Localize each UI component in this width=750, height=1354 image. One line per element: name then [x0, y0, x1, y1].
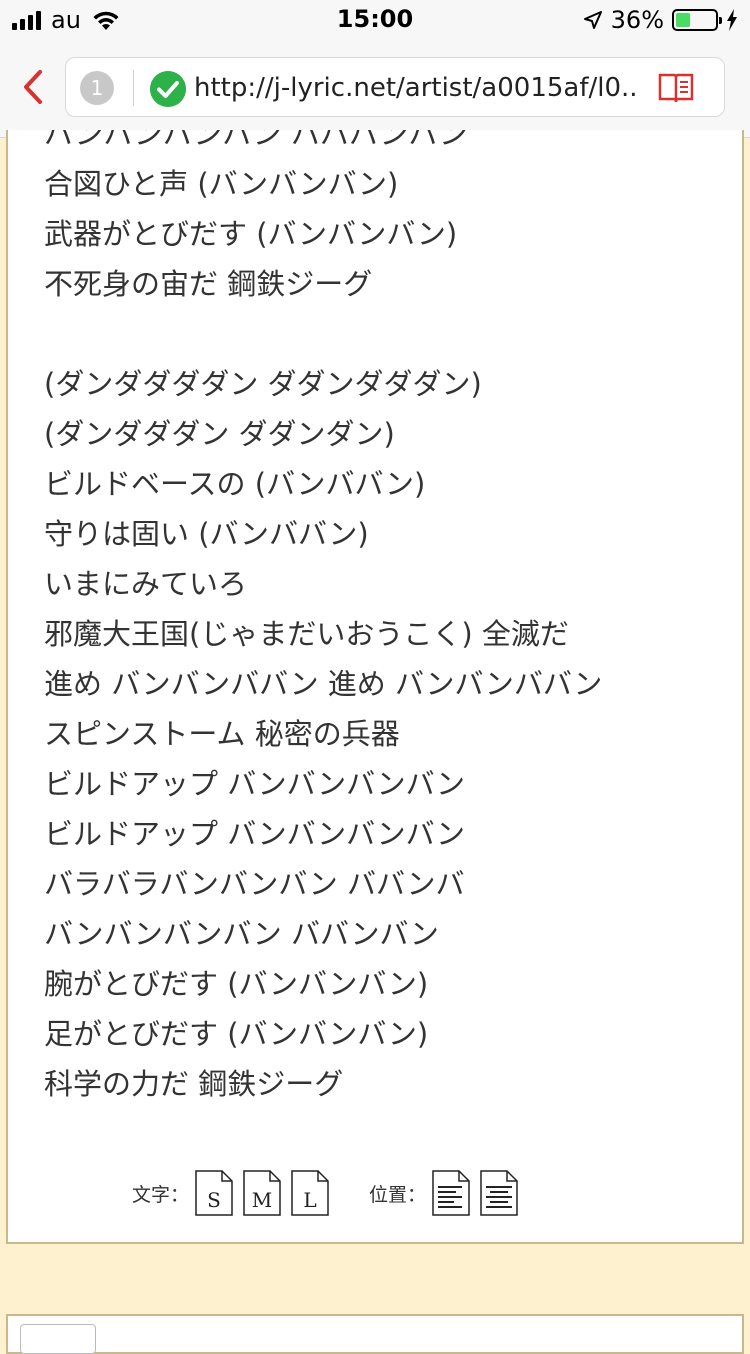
lyric-blank-line	[44, 309, 724, 359]
battery-icon	[672, 9, 722, 31]
back-chevron-icon[interactable]	[18, 64, 50, 110]
lyric-line: バンバンバンバン バババンバン	[44, 130, 468, 151]
align-center-button[interactable]	[480, 1170, 518, 1216]
lyrics-card: バンバンバンバン バババンバン合図ひと声 (バンバンバン) 武器がとびだす (バン…	[6, 130, 744, 1244]
lyric-line: 守りは固い (バンババン)	[44, 517, 369, 551]
lyric-line: 足がとびだす (バンバンバン)	[44, 1017, 429, 1051]
align-left-icon	[432, 1170, 470, 1216]
font-size-small-button[interactable]: S	[195, 1170, 233, 1216]
lyric-line: ビルドアップ バンバンバンバン	[44, 767, 466, 801]
lyric-line: (ダンダダダダン ダダンダダダン)	[44, 367, 482, 401]
lyric-line: 不死身の宙だ 鋼鉄ジーグ	[44, 267, 373, 301]
charging-bolt-icon	[727, 9, 737, 31]
lyric-line: 武器がとびだす (バンバンバン)	[44, 217, 458, 251]
size-s-letter: S	[207, 1188, 221, 1212]
lyric-line: バンバンバンバン ババンバン	[44, 917, 439, 951]
lyric-line: バラバラバンバンバン ババンバ	[44, 867, 465, 901]
lyric-line: いまにみていろ	[44, 567, 248, 601]
lyric-line: ビルドアップ バンバンバンバン	[44, 817, 466, 851]
size-l-letter: L	[303, 1188, 317, 1212]
lyric-line: 科学の力だ 鋼鉄ジーグ	[44, 1067, 344, 1101]
size-m-letter: M	[251, 1188, 273, 1212]
status-right: 36%	[583, 6, 738, 34]
lyric-line: スピンストーム 秘密の兵器	[44, 717, 400, 751]
next-section-tab[interactable]	[20, 1324, 96, 1354]
lyrics-body: バンバンバンバン バババンバン合図ひと声 (バンバンバン) 武器がとびだす (バン…	[44, 130, 724, 1109]
display-controls: 文字： S M L 位置：	[132, 1170, 528, 1216]
reader-mode-icon[interactable]	[658, 72, 694, 104]
location-arrow-icon	[583, 11, 602, 29]
battery-percent: 36%	[610, 6, 664, 34]
font-size-medium-button[interactable]: M	[243, 1170, 281, 1216]
next-section-card	[6, 1314, 744, 1354]
status-bar: au 15:00 36%	[0, 0, 750, 40]
position-label: 位置：	[369, 1183, 427, 1206]
url-text[interactable]: http://j-lyric.net/artist/a0015af/l0...	[194, 71, 639, 105]
lyric-line: 腕がとびだす (バンバンバン)	[44, 967, 429, 1001]
tab-count-badge[interactable]: 1	[80, 71, 114, 105]
battery-fill	[676, 13, 690, 27]
align-left-button[interactable]	[432, 1170, 470, 1216]
font-size-large-button[interactable]: L	[291, 1170, 329, 1216]
align-center-icon	[480, 1170, 518, 1216]
browser-toolbar: 1 http://j-lyric.net/artist/a0015af/l0..…	[0, 40, 750, 138]
address-divider	[133, 70, 134, 106]
secure-check-icon	[150, 71, 186, 107]
address-bar[interactable]: 1 http://j-lyric.net/artist/a0015af/l0..…	[65, 57, 725, 117]
lyric-line: 合図ひと声 (バンバンバン)	[44, 167, 399, 201]
lyric-line: (ダンダダダン ダダンダン)	[44, 417, 395, 451]
lyric-line: 邪魔大王国(じゃまだいおうこく) 全滅だ	[44, 617, 569, 651]
lyric-line: 進め バンバンババン 進め バンバンババン	[44, 667, 603, 701]
font-size-label: 文字：	[132, 1183, 190, 1206]
lyric-line: ビルドベースの (バンババン)	[44, 467, 426, 501]
